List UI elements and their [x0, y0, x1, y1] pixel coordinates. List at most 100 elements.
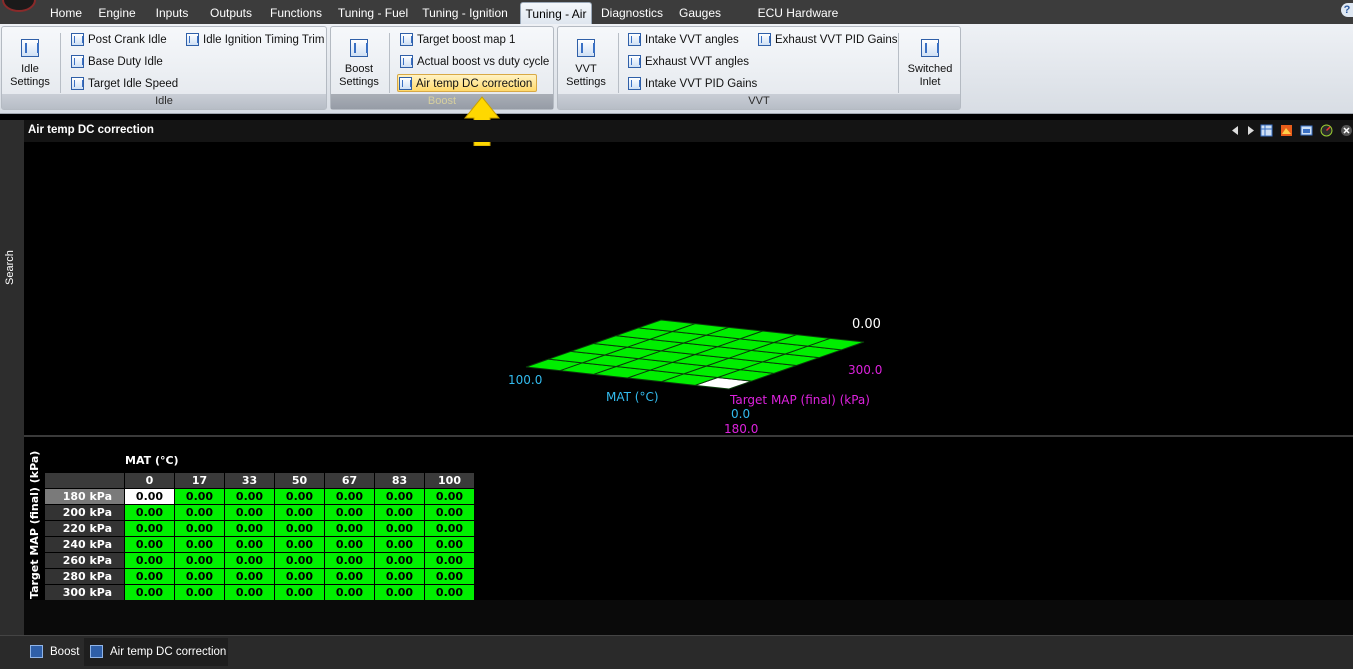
table-cell[interactable]: 0.00 [124, 488, 175, 505]
table-cell[interactable]: 0.00 [274, 536, 325, 553]
base-duty-idle-button[interactable]: Base Duty Idle [70, 53, 163, 71]
doc-tab-air-temp-dc-correction[interactable]: Air temp DC correction [84, 638, 228, 666]
close-icon[interactable] [1340, 124, 1353, 137]
row-header[interactable]: 280 kPa [44, 568, 125, 585]
table-cell[interactable]: 0.00 [424, 520, 475, 537]
table-cell[interactable]: 0.00 [274, 552, 325, 569]
table-cell[interactable]: 0.00 [174, 488, 225, 505]
surface-plot-3d[interactable]: 0.00 100.0 MAT (°C) 0.0 300.0 Target MAP… [24, 146, 1353, 436]
window-icon[interactable] [1300, 124, 1313, 137]
idle-ignition-timing-trim-button[interactable]: Idle Ignition Timing Trim [185, 31, 324, 49]
column-header[interactable]: 67 [324, 472, 375, 489]
table-cell[interactable]: 0.00 [274, 568, 325, 585]
table-cell[interactable]: 0.00 [174, 504, 225, 521]
3d-view-icon[interactable] [1280, 124, 1293, 137]
tab-tuning-ignition[interactable]: Tuning - Ignition [421, 2, 509, 24]
table-cell[interactable]: 0.00 [224, 552, 275, 569]
row-header[interactable]: 200 kPa [44, 504, 125, 521]
next-icon[interactable] [1244, 124, 1257, 137]
exhaust-vvt-angles-button[interactable]: Exhaust VVT angles [627, 53, 749, 71]
row-header[interactable]: 180 kPa [44, 488, 125, 505]
table-cell[interactable]: 0.00 [324, 584, 375, 601]
tab-ecu-hardware-settings[interactable]: ECU Hardware Settings [736, 2, 860, 42]
table-view-icon[interactable] [1260, 124, 1273, 137]
boost-settings-button[interactable]: Boost Settings [333, 35, 385, 89]
post-crank-idle-button[interactable]: Post Crank Idle [70, 31, 167, 49]
table-cell[interactable]: 0.00 [124, 584, 175, 601]
switched-inlet-button[interactable]: Switched Inlet [904, 35, 956, 89]
tab-gauges[interactable]: Gauges [675, 2, 725, 24]
table-cell[interactable]: 0.00 [124, 504, 175, 521]
idle-settings-button[interactable]: Idle Settings [4, 35, 56, 89]
table-cell[interactable]: 0.00 [124, 520, 175, 537]
table-cell[interactable]: 0.00 [424, 568, 475, 585]
table-cell[interactable]: 0.00 [224, 584, 275, 601]
table-cell[interactable]: 0.00 [424, 584, 475, 601]
table-cell[interactable]: 0.00 [424, 488, 475, 505]
exhaust-vvt-pid-gains-button[interactable]: Exhaust VVT PID Gains [757, 31, 898, 49]
doc-tab-boost[interactable]: Boost [24, 638, 82, 666]
row-header[interactable]: 240 kPa [44, 536, 125, 553]
column-header[interactable]: 17 [174, 472, 225, 489]
table-cell[interactable]: 0.00 [224, 488, 275, 505]
help-icon[interactable]: ? [1341, 3, 1353, 17]
table-cell[interactable]: 0.00 [124, 536, 175, 553]
search-tab[interactable]: Search [4, 250, 16, 285]
table-cell[interactable]: 0.00 [324, 536, 375, 553]
table-cell[interactable]: 0.00 [374, 536, 425, 553]
table-cell[interactable]: 0.00 [374, 520, 425, 537]
gauge-icon[interactable] [1320, 124, 1333, 137]
table-cell[interactable]: 0.00 [274, 584, 325, 601]
table-cell[interactable]: 0.00 [324, 568, 375, 585]
actual-boost-vs-duty-cycle-button[interactable]: Actual boost vs duty cycle [399, 53, 549, 71]
table-cell[interactable]: 0.00 [224, 568, 275, 585]
previous-icon[interactable] [1229, 124, 1242, 137]
table-cell[interactable]: 0.00 [424, 504, 475, 521]
table-cell[interactable]: 0.00 [374, 504, 425, 521]
table-cell[interactable]: 0.00 [224, 504, 275, 521]
column-header[interactable]: 100 [424, 472, 475, 489]
table-cell[interactable]: 0.00 [174, 568, 225, 585]
tab-outputs[interactable]: Outputs [205, 2, 257, 24]
map-table[interactable]: 0 17 33 50 67 83 100 180 kPa 0.00 0.00 0.00 0.00 0.0… [44, 472, 475, 601]
table-cell[interactable]: 0.00 [274, 504, 325, 521]
vvt-settings-button[interactable]: VVT Settings [560, 35, 612, 89]
table-cell[interactable]: 0.00 [274, 488, 325, 505]
table-cell[interactable]: 0.00 [374, 584, 425, 601]
table-cell[interactable]: 0.00 [224, 520, 275, 537]
table-cell[interactable]: 0.00 [174, 520, 225, 537]
tab-functions[interactable]: Functions [266, 2, 326, 24]
target-boost-map-1-button[interactable]: Target boost map 1 [399, 31, 515, 49]
tab-tuning-air[interactable]: Tuning - Air [520, 2, 592, 24]
row-header[interactable]: 300 kPa [44, 584, 125, 601]
tab-home[interactable]: Home [46, 2, 86, 24]
intake-vvt-pid-gains-button[interactable]: Intake VVT PID Gains [627, 75, 757, 93]
tab-inputs[interactable]: Inputs [151, 2, 193, 24]
table-cell[interactable]: 0.00 [324, 488, 375, 505]
table-cell[interactable]: 0.00 [374, 488, 425, 505]
column-header[interactable]: 83 [374, 472, 425, 489]
row-header[interactable]: 260 kPa [44, 552, 125, 569]
table-cell[interactable]: 0.00 [324, 520, 375, 537]
air-temp-dc-correction-button[interactable]: Air temp DC correction [397, 74, 538, 92]
table-cell[interactable]: 0.00 [174, 584, 225, 601]
row-header[interactable]: 220 kPa [44, 520, 125, 537]
table-cell[interactable]: 0.00 [124, 552, 175, 569]
table-cell[interactable]: 0.00 [274, 520, 325, 537]
column-header[interactable]: 0 [124, 472, 175, 489]
tab-diagnostics[interactable]: Diagnostics [600, 2, 664, 24]
tab-engine[interactable]: Engine [96, 2, 138, 24]
table-cell[interactable]: 0.00 [374, 552, 425, 569]
table-cell[interactable]: 0.00 [324, 552, 375, 569]
table-cell[interactable]: 0.00 [174, 552, 225, 569]
intake-vvt-angles-button[interactable]: Intake VVT angles [627, 31, 739, 49]
table-cell[interactable]: 0.00 [424, 536, 475, 553]
table-cell[interactable]: 0.00 [324, 504, 375, 521]
app-logo-icon[interactable] [2, 0, 36, 12]
column-header[interactable]: 33 [224, 472, 275, 489]
table-cell[interactable]: 0.00 [124, 568, 175, 585]
table-cell[interactable]: 0.00 [224, 536, 275, 553]
table-cell[interactable]: 0.00 [424, 552, 475, 569]
tab-tuning-fuel[interactable]: Tuning - Fuel [337, 2, 409, 24]
target-idle-speed-button[interactable]: Target Idle Speed [70, 75, 178, 93]
